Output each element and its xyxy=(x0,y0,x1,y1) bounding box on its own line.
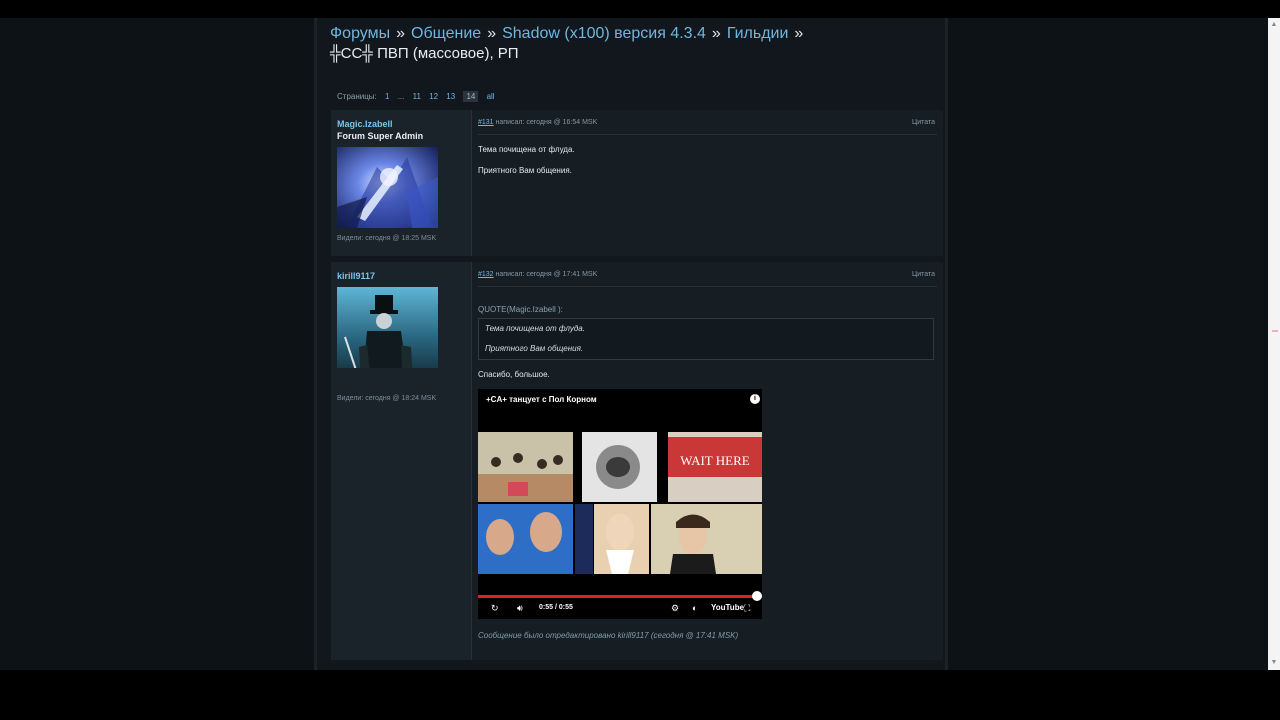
quote-button[interactable]: Цитата xyxy=(912,271,935,278)
page-link-11[interactable]: 11 xyxy=(413,92,421,101)
breadcrumb-general[interactable]: Общение xyxy=(411,25,481,42)
breadcrumb-shadow[interactable]: Shadow (x100) версия 4.3.4 xyxy=(502,25,706,42)
scrollbar[interactable]: ▲ ▼ xyxy=(1268,18,1280,670)
breadcrumb-separator: » xyxy=(487,25,497,42)
author-rank: Forum Super Admin xyxy=(337,131,424,141)
scroll-up-icon[interactable]: ▲ xyxy=(1268,18,1280,32)
avatar[interactable] xyxy=(337,147,438,228)
author-name[interactable]: Magic.Izabell xyxy=(337,119,393,129)
post-date: написал: сегодня @ 16:54 MSK xyxy=(495,119,598,126)
youtube-logo[interactable]: YouTube xyxy=(711,603,744,612)
volume-icon[interactable]: 🔊︎ xyxy=(517,603,523,614)
post-date: написал: сегодня @ 17:41 MSK xyxy=(495,271,598,278)
page-current: 14 xyxy=(463,91,479,102)
last-seen: Видели: сегодня @ 18:25 MSK xyxy=(337,235,437,242)
video-title[interactable]: +CA+ танцует с Пол Корном xyxy=(486,395,597,404)
post-body: #131 написал: сегодня @ 16:54 MSK Цитата… xyxy=(472,110,943,256)
page-link-all[interactable]: all xyxy=(487,92,495,101)
top-bar xyxy=(0,0,1280,18)
post-132: kirill9117 Видели: сегодня @ 18:24 MSK #… xyxy=(331,262,943,660)
quote-button[interactable]: Цитата xyxy=(912,119,935,126)
quote-header: QUOTE(Magic.Izabell ): xyxy=(478,305,563,314)
video-time: 0:55 / 0:55 xyxy=(539,604,573,611)
post-author-panel: kirill9117 Видели: сегодня @ 18:24 MSK xyxy=(331,262,472,660)
page-title: ╬CC╬ ПВП (массовое), РП xyxy=(330,45,519,62)
progress-handle[interactable] xyxy=(752,591,762,601)
post-divider xyxy=(478,286,937,287)
last-seen: Видели: сегодня @ 18:24 MSK xyxy=(337,395,437,402)
post-number-link[interactable]: #131 xyxy=(478,119,494,126)
scroll-thumb[interactable] xyxy=(1272,330,1278,332)
pagination-ellipsis: ... xyxy=(397,92,405,101)
reply-text: Спасибо, большое. xyxy=(478,370,550,379)
info-icon[interactable]: i xyxy=(750,394,760,404)
breadcrumb-separator: » xyxy=(794,25,804,42)
post-line-2: Приятного Вам общения. xyxy=(478,166,572,175)
pagination: Страницы: 1 ... 11 12 13 14 all xyxy=(337,91,501,102)
breadcrumb: Форумы » Общение » Shadow (x100) версия 4.3.… xyxy=(330,22,930,45)
progress-bar[interactable] xyxy=(478,595,756,598)
avatar[interactable] xyxy=(337,287,438,368)
fullscreen-icon[interactable]: ⛶ xyxy=(744,603,750,614)
quote-line-1: Тема почищена от флуда. xyxy=(485,324,585,333)
breadcrumb-separator: » xyxy=(711,25,721,42)
breadcrumb-guilds[interactable]: Гильдии xyxy=(727,25,789,42)
video-frame: WAIT HERE xyxy=(478,432,762,574)
scroll-down-icon[interactable]: ▼ xyxy=(1268,656,1280,670)
right-margin xyxy=(948,18,1268,670)
edited-notice: Сообщение было отредактировано kirill911… xyxy=(478,631,739,640)
bottom-bar xyxy=(0,670,1280,720)
quote-box: Тема почищена от флуда. Приятного Вам об… xyxy=(478,318,934,360)
annotations-icon[interactable]: ◐ xyxy=(692,603,697,613)
author-name[interactable]: kirill9117 xyxy=(337,271,375,281)
replay-icon[interactable]: ↻ xyxy=(491,603,499,614)
post-author-panel: Magic.Izabell Forum Super Admin Видели: … xyxy=(331,110,472,256)
post-divider xyxy=(478,134,937,135)
poster-text: WAIT HERE xyxy=(680,453,750,468)
forum-page: Форумы » Общение » Shadow (x100) версия 4.3.… xyxy=(314,18,948,670)
page-link-13[interactable]: 13 xyxy=(446,92,455,101)
youtube-embed[interactable]: +CA+ танцует с Пол Корном i WAIT HERE ↻ … xyxy=(478,389,762,619)
pagination-label: Страницы: xyxy=(337,92,377,101)
quote-line-2: Приятного Вам общения. xyxy=(485,344,584,353)
page-link-1[interactable]: 1 xyxy=(385,92,389,101)
post-meta: #132 написал: сегодня @ 17:41 MSK xyxy=(478,271,597,278)
breadcrumb-forums[interactable]: Форумы xyxy=(330,25,390,42)
breadcrumb-separator: » xyxy=(396,25,406,42)
post-line-1: Тема почищена от флуда. xyxy=(478,145,575,154)
post-body: #132 написал: сегодня @ 17:41 MSK Цитата… xyxy=(472,262,943,660)
left-margin xyxy=(0,18,314,670)
post-number-link[interactable]: #132 xyxy=(478,271,494,278)
post-131: Magic.Izabell Forum Super Admin Видели: … xyxy=(331,110,943,256)
settings-icon[interactable]: ⚙ xyxy=(671,603,679,614)
post-meta: #131 написал: сегодня @ 16:54 MSK xyxy=(478,119,597,126)
page-link-12[interactable]: 12 xyxy=(429,92,438,101)
